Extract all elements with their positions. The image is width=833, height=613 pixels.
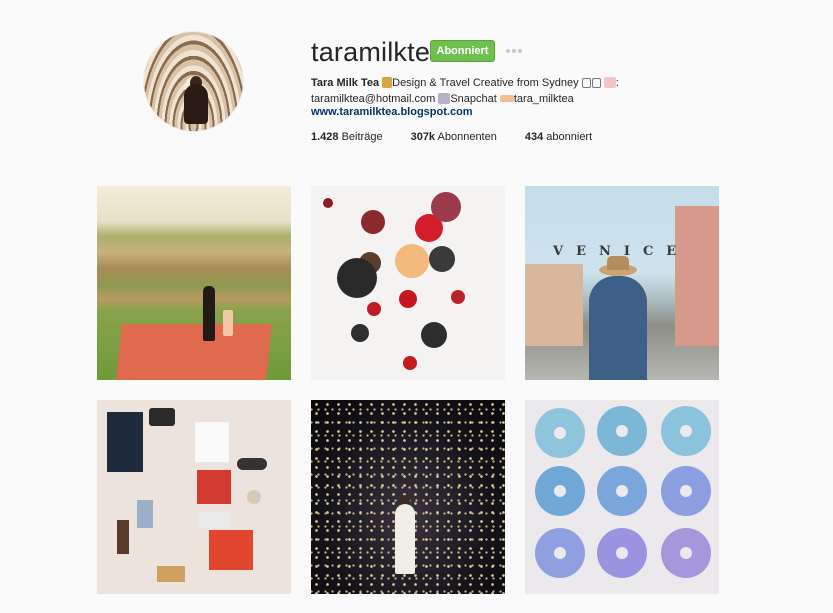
ghost-emoji-icon xyxy=(438,93,451,104)
more-dots-icon xyxy=(512,49,516,53)
flatlay-red-book xyxy=(197,470,231,504)
profile-bio: Tara Milk Tea Design & Travel Creative f… xyxy=(311,75,619,107)
bio-colon: : xyxy=(615,77,619,89)
bio-website-link[interactable]: www.taramilktea.blogspot.com xyxy=(311,106,473,118)
post-thumbnail-tea-flatlay[interactable] xyxy=(311,186,505,380)
donut-7 xyxy=(535,528,585,578)
donut-6 xyxy=(661,466,711,516)
profile-stats: 1.428 Beiträge 307k Abonnenten 434 abonn… xyxy=(311,131,620,143)
stat-posts-label: Beiträge xyxy=(341,131,383,143)
bio-email: taramilktea@hotmail.com xyxy=(311,93,436,105)
post-thumbnail-donuts[interactable] xyxy=(525,400,719,594)
flatlay-red-pouch xyxy=(209,530,253,570)
venice-building-right xyxy=(675,206,719,346)
flag-emoji-icon-2 xyxy=(591,78,601,88)
flatlay-bowl-black xyxy=(421,322,447,348)
flatlay-tomato xyxy=(399,290,417,308)
stat-followers[interactable]: 307k Abonnenten xyxy=(411,131,497,143)
follow-button[interactable]: Abonniert xyxy=(430,40,495,62)
flatlay-pouch-tan xyxy=(157,566,185,582)
donut-8 xyxy=(597,528,647,578)
wine-bottle-shape xyxy=(203,286,215,341)
bio-snapchat-handle: tara_milktea xyxy=(513,93,574,105)
stat-posts: 1.428 Beiträge xyxy=(311,131,383,143)
flag-emoji-icon xyxy=(581,78,591,88)
flatlay-cup-tea xyxy=(395,244,429,278)
venice-person-shape xyxy=(589,276,647,380)
bio-tagline: Design & Travel Creative from Sydney xyxy=(392,77,579,89)
donut-9 xyxy=(661,528,711,578)
flatlay-bowl-dark xyxy=(361,210,385,234)
flatlay-watch xyxy=(247,490,261,504)
flatlay-teapot xyxy=(429,246,455,272)
donut-1 xyxy=(535,408,585,458)
pointing-hand-emoji-icon xyxy=(499,95,514,102)
flatlay-cherry xyxy=(367,302,381,316)
venice-hat-top xyxy=(607,256,629,270)
flatlay-bowl-small xyxy=(351,324,369,342)
stat-posts-count: 1.428 xyxy=(311,131,339,143)
post-thumbnail-vineyard-picnic[interactable] xyxy=(97,186,291,380)
donut-3 xyxy=(661,406,711,456)
profile-page: taramilktea Abonniert Tara Milk Tea Desi… xyxy=(0,0,833,613)
flatlay-leather-tag xyxy=(117,520,129,554)
stat-following-count: 434 xyxy=(524,131,544,143)
picnic-table-shape xyxy=(116,324,272,380)
flatlay-camera xyxy=(149,408,175,426)
venice-building-left xyxy=(525,264,583,346)
flatlay-berry xyxy=(403,356,417,370)
bio-snapchat-label: Snapchat xyxy=(450,93,497,105)
dancers-emoji-icon xyxy=(382,77,393,88)
avatar-person-body xyxy=(184,84,208,124)
stat-followers-count: 307k xyxy=(410,131,436,143)
donut-2 xyxy=(597,406,647,456)
flatlay-cookies-plate xyxy=(337,258,377,298)
stat-followers-label: Abonnenten xyxy=(437,131,497,143)
post-thumbnail-venice[interactable]: VENICE xyxy=(525,186,719,380)
donut-4 xyxy=(535,466,585,516)
flatlay-envelope xyxy=(199,512,231,528)
flatlay-dot xyxy=(323,198,333,208)
bio-line-2: taramilktea@hotmail.com Snapchat tara_mi… xyxy=(311,91,619,107)
love-letter-emoji-icon xyxy=(603,77,616,88)
post-thumbnail-desk-flatlay[interactable] xyxy=(97,400,291,594)
bio-full-name: Tara Milk Tea xyxy=(311,77,380,89)
bio-line-1: Tara Milk Tea Design & Travel Creative f… xyxy=(311,75,619,91)
flatlay-chili xyxy=(451,290,465,304)
flatlay-phone xyxy=(137,500,153,528)
flatlay-notebook xyxy=(107,412,143,472)
flatlay-card xyxy=(195,422,229,462)
profile-avatar[interactable] xyxy=(144,32,243,131)
infinity-person-dress xyxy=(395,504,415,574)
flatlay-bowl-pomegranate xyxy=(431,192,461,222)
donut-5 xyxy=(597,466,647,516)
flatlay-sunglasses xyxy=(237,458,267,470)
stat-following[interactable]: 434 abonniert xyxy=(525,131,592,143)
profile-username: taramilktea xyxy=(311,37,446,67)
wine-glass-shape xyxy=(223,310,233,336)
stat-following-label: abonniert xyxy=(546,131,593,143)
post-thumbnail-infinity-room[interactable] xyxy=(311,400,505,594)
more-options-button[interactable] xyxy=(503,42,525,60)
